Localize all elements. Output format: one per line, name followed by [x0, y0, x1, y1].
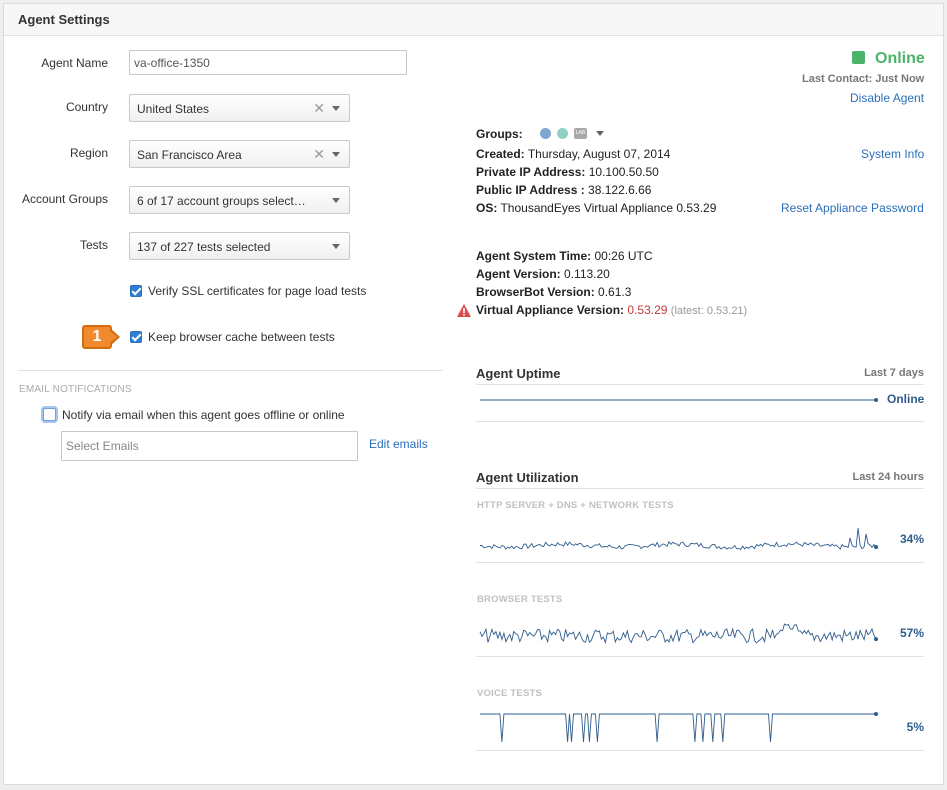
tests-select[interactable]: 137 of 227 tests selected — [129, 232, 350, 260]
browser-utilization-percent: 57% — [899, 626, 924, 640]
keep-cache-label: Keep browser cache between tests — [148, 330, 335, 344]
verify-ssl-label: Verify SSL certificates for page load te… — [148, 284, 367, 298]
online-status-text: Online — [875, 50, 925, 67]
voice-utilization-sparkline — [480, 712, 878, 743]
groups-label: Groups: — [476, 127, 523, 141]
chevron-down-icon — [332, 244, 340, 249]
agent-version-row: Agent Version: 0.113.20 — [476, 267, 610, 281]
country-select-value: United States — [137, 102, 210, 116]
chevron-down-icon — [332, 152, 340, 157]
chevron-down-icon[interactable] — [596, 131, 604, 136]
uptime-status: Online — [887, 392, 925, 406]
account-groups-select-value: 6 of 17 account groups select… — [137, 194, 306, 208]
last-contact: Last Contact: Just Now — [802, 73, 925, 85]
os-row: OS: ThousandEyes Virtual Appliance 0.53.… — [476, 201, 717, 215]
disable-agent-link[interactable]: Disable Agent — [850, 91, 924, 105]
account-groups-label: Account Groups — [21, 192, 108, 206]
verify-ssl-checkbox[interactable] — [130, 285, 142, 297]
region-label: Region — [69, 146, 108, 160]
clear-icon[interactable]: ✕ — [313, 100, 325, 117]
created-row: Created: Thursday, August 07, 2014 — [476, 147, 671, 161]
private-ip-row: Private IP Address: 10.100.50.50 — [476, 165, 659, 179]
group-lab-badge[interactable]: LAB — [574, 128, 587, 139]
agent-name-label: Agent Name — [41, 56, 108, 70]
email-notifications-caption: EMAIL NOTIFICATIONS — [19, 384, 132, 395]
va-version-value: 0.53.29 — [627, 303, 668, 317]
notify-email-checkbox[interactable] — [43, 408, 56, 421]
clear-icon[interactable]: ✕ — [313, 146, 325, 163]
system-time-row: Agent System Time: 00:26 UTC — [476, 249, 653, 263]
divider — [18, 370, 443, 371]
tests-select-value: 137 of 227 tests selected — [137, 240, 271, 254]
agent-name-input[interactable] — [129, 50, 407, 75]
uptime-line — [480, 398, 878, 402]
chevron-down-icon — [332, 198, 340, 203]
http-utilization-percent: 34% — [899, 532, 924, 546]
voice-chart-caption: VOICE TESTS — [477, 688, 543, 699]
keep-cache-checkbox[interactable] — [130, 331, 142, 343]
uptime-title: Agent Uptime — [476, 366, 561, 381]
online-status-icon — [852, 51, 865, 64]
browserbot-version-row: BrowserBot Version: 0.61.3 — [476, 285, 632, 299]
panel-header: Agent Settings — [4, 4, 943, 36]
va-latest: (latest: 0.53.21) — [670, 305, 748, 317]
callout-badge: 1 — [82, 325, 112, 349]
account-groups-select[interactable]: 6 of 17 account groups select… — [129, 186, 350, 214]
tests-label: Tests — [79, 238, 108, 252]
utilization-range: Last 24 hours — [852, 471, 924, 483]
notify-email-label: Notify via email when this agent goes of… — [62, 408, 345, 422]
edit-emails-link[interactable]: Edit emails — [369, 437, 428, 451]
http-chart-caption: HTTP SERVER + DNS + NETWORK TESTS — [477, 500, 674, 511]
chevron-down-icon — [332, 106, 340, 111]
system-info-link[interactable]: System Info — [861, 147, 924, 161]
browser-chart-caption: BROWSER TESTS — [477, 594, 563, 605]
voice-utilization-percent: 5% — [906, 720, 924, 734]
panel-title: Agent Settings — [18, 12, 110, 27]
utilization-title: Agent Utilization — [476, 470, 579, 485]
group-dot-icon[interactable] — [557, 128, 568, 139]
uptime-range: Last 7 days — [864, 367, 924, 379]
public-ip-row: Public IP Address : 38.122.6.66 — [476, 183, 652, 197]
reset-password-link[interactable]: Reset Appliance Password — [781, 201, 924, 215]
region-select-value: San Francisco Area — [137, 148, 242, 162]
group-dot-icon[interactable] — [540, 128, 551, 139]
region-select[interactable]: San Francisco Area ✕ — [129, 140, 350, 168]
groups-row: Groups: — [476, 127, 523, 141]
http-utilization-sparkline — [479, 527, 878, 550]
country-label: Country — [65, 100, 108, 114]
country-select[interactable]: United States ✕ — [129, 94, 350, 122]
browser-utilization-sparkline — [479, 623, 878, 645]
select-emails-input[interactable] — [61, 431, 358, 461]
va-version-row: Virtual Appliance Version: 0.53.29 (late… — [476, 303, 748, 317]
warning-icon — [457, 304, 471, 317]
